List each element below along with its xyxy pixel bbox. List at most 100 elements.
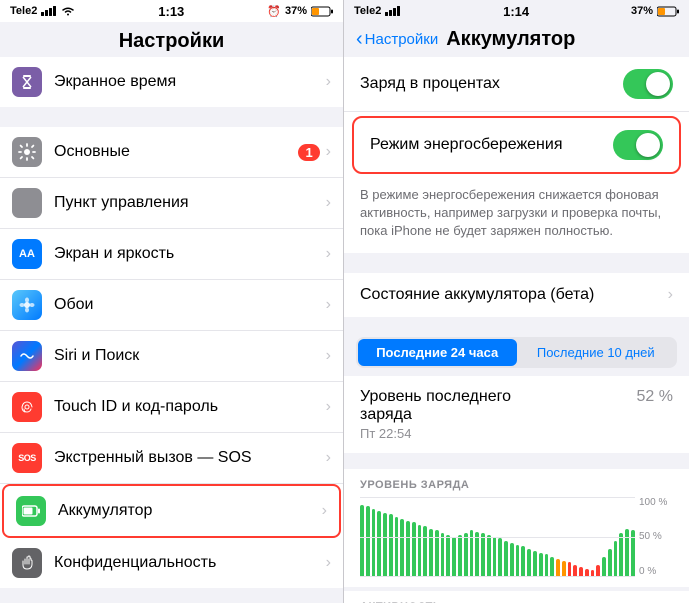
chart-bar bbox=[579, 567, 583, 577]
item-screen-time[interactable]: Экранное время › bbox=[0, 57, 343, 107]
last-charge-row: Уровень последнегозаряда Пт 22:54 52 % bbox=[360, 388, 673, 441]
left-battery-pct: 37% bbox=[285, 5, 307, 17]
chart-bar bbox=[527, 549, 531, 577]
section-screen-time: Экранное время › bbox=[0, 57, 343, 107]
control-label: Пункт управления bbox=[54, 194, 326, 212]
chart-bar bbox=[521, 546, 525, 576]
gear-icon bbox=[18, 143, 36, 161]
chart-bar bbox=[562, 561, 566, 577]
chevron-general: › bbox=[326, 143, 331, 161]
touchid-label: Touch ID и код-пароль bbox=[54, 398, 326, 416]
chart-bar bbox=[435, 530, 439, 576]
privacy-icon bbox=[12, 548, 42, 578]
last-charge-info: Уровень последнегозаряда Пт 22:54 bbox=[360, 388, 511, 441]
chart-bar bbox=[481, 533, 485, 576]
chart-bars bbox=[360, 497, 635, 577]
siri-label: Siri и Поиск bbox=[54, 347, 326, 365]
right-time: 1:14 bbox=[503, 4, 529, 19]
energy-toggle-thumb bbox=[636, 133, 660, 157]
sos-icon: SOS bbox=[12, 443, 42, 473]
chart-bar bbox=[625, 529, 629, 577]
display-label: Экран и яркость bbox=[54, 245, 326, 263]
item-touchid[interactable]: Touch ID и код-пароль › bbox=[0, 382, 343, 433]
chart-bar bbox=[619, 533, 623, 577]
wallpaper-icon bbox=[12, 290, 42, 320]
general-badge: 1 bbox=[298, 144, 319, 161]
tab-10d[interactable]: Последние 10 дней bbox=[517, 339, 676, 366]
chevron-privacy: › bbox=[326, 554, 331, 572]
item-wallpaper[interactable]: Обои › bbox=[0, 280, 343, 331]
right-title: Аккумулятор bbox=[446, 28, 575, 51]
battery-status-row[interactable]: Состояние аккумулятора (бета) › bbox=[344, 273, 689, 317]
charge-percent-label: Заряд в процентах bbox=[360, 75, 623, 93]
item-privacy[interactable]: Конфиденциальность › bbox=[0, 538, 343, 588]
energy-mode-highlighted: Режим энергосбережения bbox=[352, 116, 681, 174]
tab-24h[interactable]: Последние 24 часа bbox=[358, 339, 517, 366]
battery-status-label: Состояние аккумулятора (бета) bbox=[360, 286, 668, 304]
hand-icon bbox=[19, 555, 35, 571]
item-siri[interactable]: Siri и Поиск › bbox=[0, 331, 343, 382]
energy-mode-row: Режим энергосбережения bbox=[354, 118, 679, 172]
chart-bar bbox=[516, 545, 520, 577]
chart-y-labels: 100 % 50 % 0 % bbox=[635, 497, 673, 577]
chart-bar bbox=[504, 541, 508, 577]
item-display[interactable]: AA Экран и яркость › bbox=[0, 229, 343, 280]
section-main: Основные 1 › Пункт управления › AA Экран… bbox=[0, 127, 343, 588]
wallpaper-label: Обои bbox=[54, 296, 326, 314]
item-control-center[interactable]: Пункт управления › bbox=[0, 178, 343, 229]
chart-bar bbox=[383, 513, 387, 577]
right-panel: Tele2 1:14 37% ‹ Настройки Аккумулятор bbox=[344, 0, 689, 603]
time-tabs: Последние 24 часа Последние 10 дней bbox=[356, 337, 677, 368]
chart-bar bbox=[470, 530, 474, 576]
chart-bar bbox=[614, 541, 618, 577]
chevron-control: › bbox=[326, 194, 331, 212]
fingerprint-icon bbox=[19, 399, 35, 415]
chevron-display: › bbox=[326, 245, 331, 263]
chart-bar bbox=[360, 505, 364, 577]
chart-bar bbox=[573, 565, 577, 577]
charge-percent-toggle[interactable] bbox=[623, 69, 673, 99]
chart-bar bbox=[377, 511, 381, 577]
item-sos[interactable]: SOS Экстренный вызов — SOS › bbox=[0, 433, 343, 484]
chevron-wallpaper: › bbox=[326, 296, 331, 314]
chart-bar bbox=[493, 537, 497, 577]
left-status-bar: Tele2 1:13 ⏰ 37% bbox=[0, 0, 343, 22]
charge-percent-row: Заряд в процентах bbox=[344, 57, 689, 112]
left-carrier: Tele2 bbox=[10, 5, 37, 17]
last-charge-time: Пт 22:54 bbox=[360, 426, 511, 441]
chart-bar bbox=[487, 535, 491, 577]
battery-menu-icon bbox=[16, 496, 46, 526]
charge-chart-title: УРОВЕНЬ ЗАРЯДА bbox=[360, 479, 673, 491]
privacy-label: Конфиденциальность bbox=[54, 554, 326, 572]
item-battery[interactable]: Аккумулятор › bbox=[2, 484, 341, 538]
section-charge-chart: УРОВЕНЬ ЗАРЯДА 100 % 50 % 0 % bbox=[344, 469, 689, 587]
back-chevron-icon: ‹ bbox=[356, 28, 363, 51]
flower-icon bbox=[19, 297, 35, 313]
chart-bar bbox=[585, 569, 589, 577]
back-button[interactable]: ‹ Настройки bbox=[356, 28, 438, 51]
chevron-touchid: › bbox=[326, 398, 331, 416]
control-icon bbox=[12, 188, 42, 218]
chart-bar bbox=[568, 562, 572, 576]
hourglass-icon bbox=[19, 74, 35, 90]
left-status-right: ⏰ 37% bbox=[267, 5, 333, 18]
screen-time-icon bbox=[12, 67, 42, 97]
chart-bar bbox=[464, 533, 468, 577]
settings-list: Экранное время › Основные 1 › bbox=[0, 57, 343, 603]
last-charge-title: Уровень последнегозаряда bbox=[360, 388, 511, 424]
chart-bar bbox=[602, 557, 606, 577]
energy-mode-toggle[interactable] bbox=[613, 130, 663, 160]
last-charge-value: 52 % bbox=[637, 388, 673, 406]
chart-bar bbox=[441, 533, 445, 577]
chart-bar bbox=[366, 506, 370, 576]
chart-bar bbox=[429, 529, 433, 577]
touchid-icon bbox=[12, 392, 42, 422]
chart-bar bbox=[596, 565, 600, 577]
chart-bar bbox=[545, 554, 549, 576]
item-general[interactable]: Основные 1 › bbox=[0, 127, 343, 178]
general-icon bbox=[12, 137, 42, 167]
toggle-thumb bbox=[646, 72, 670, 96]
right-status-bar: Tele2 1:14 37% bbox=[344, 0, 689, 22]
left-time: 1:13 bbox=[158, 4, 184, 19]
right-content: Заряд в процентах Режим энергосбережения… bbox=[344, 57, 689, 603]
